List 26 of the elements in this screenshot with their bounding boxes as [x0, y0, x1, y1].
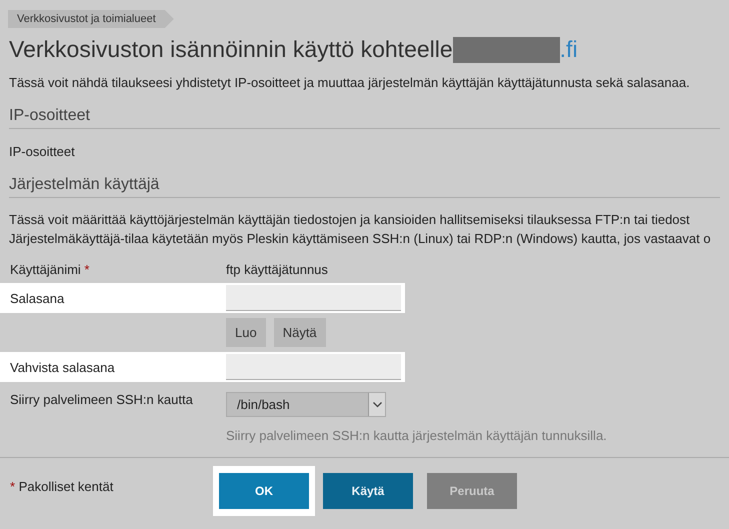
field-label: Käyttäjänimi [10, 262, 81, 277]
description-text: Järjestelmäkäyttäjä-tilaa käytetään myös Pleskin käyttämiseen SSH:n (Linux) tai RDP:n (Windows) kautta, jos vastaavat o [9, 231, 712, 246]
password-field[interactable] [226, 354, 401, 380]
field-label: Vahvista salasana [10, 360, 115, 374]
required-mark: * [83, 262, 90, 277]
breadcrumb-link[interactable]: Verkkosivustot ja toimialueet [8, 10, 174, 28]
section-heading: IP-osoitteet [9, 107, 720, 129]
password-field[interactable] [226, 285, 401, 311]
field-label: Salasana [10, 290, 64, 306]
apply-button[interactable]: Käytä [323, 473, 413, 509]
password-button[interactable]: Luo [226, 318, 266, 347]
chevron-down-icon [372, 402, 382, 408]
password-button[interactable]: Näytä [274, 318, 326, 347]
intro-text: Tässä voit nähdä tilaukseesi yhdistetyt IP-osoitteet ja muuttaa järjestelmän käyttäjän käyttäjätunnusta sekä salasanaa. [9, 75, 691, 90]
field-label: Siirry palvelimeen SSH:n kautta [10, 392, 193, 407]
domain-suffix: .fi [560, 36, 578, 63]
field-value: ftp käyttäjätunnus [226, 262, 329, 277]
shell-select[interactable]: /bin/bash [226, 392, 386, 417]
ip-label: IP-osoitteet [9, 144, 76, 159]
required-mark: * [10, 479, 16, 494]
required-note: Pakolliset kentät [18, 479, 114, 494]
description-text: Tässä voit määrittää käyttöjärjestelmän käyttäjän tiedostojen ja kansioiden hallitsemiseksi tilauksessa FTP:n tai tiedost [9, 212, 691, 227]
page-title: Verkkosivuston isännöinnin käyttö kohteelle [9, 36, 453, 63]
ok-button[interactable]: OK [219, 473, 309, 509]
section-heading: Järjestelmän käyttäjä [9, 176, 720, 198]
hint-text: Siirry palvelimeen SSH:n kautta järjestelmän käyttäjän tunnuksilla. [226, 427, 607, 444]
